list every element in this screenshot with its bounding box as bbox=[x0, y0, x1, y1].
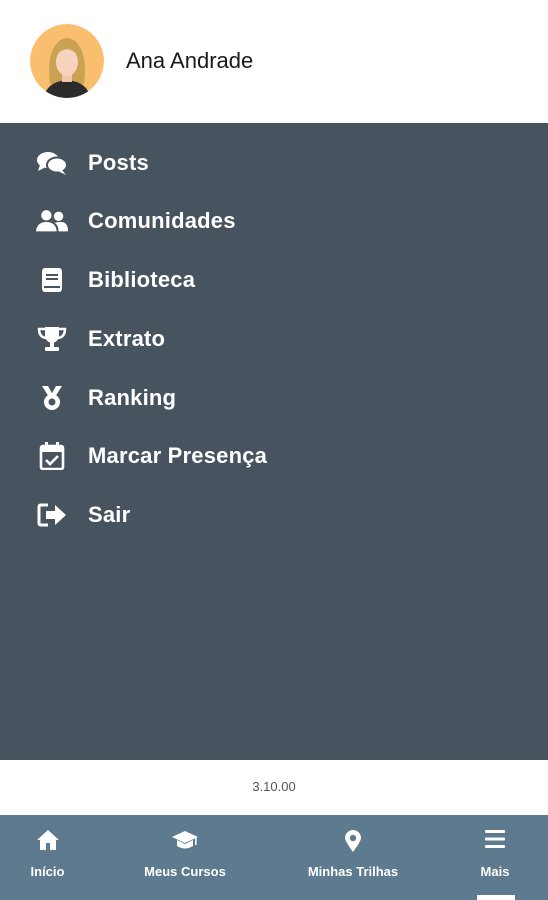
menu-label: Marcar Presença bbox=[88, 443, 268, 468]
menu-label: Ranking bbox=[88, 385, 177, 410]
menu-item-marcar-presenca[interactable]: Marcar Presença bbox=[0, 431, 548, 481]
medal-icon bbox=[36, 385, 68, 411]
nav-item-minhas-trilhas[interactable]: Minhas Trilhas bbox=[293, 815, 413, 900]
nav-label: Início bbox=[30, 864, 65, 879]
map-marker-icon bbox=[293, 829, 413, 853]
menu-item-extrato[interactable]: Extrato bbox=[0, 314, 548, 364]
main-menu: Posts Comunidades Biblioteca Extrato Ran… bbox=[0, 123, 548, 760]
bottom-navigation: Início Meus Cursos Minhas Trilhas Mais bbox=[0, 815, 548, 900]
menu-label: Extrato bbox=[88, 326, 166, 351]
menu-item-posts[interactable]: Posts bbox=[0, 138, 548, 188]
calendar-check-icon bbox=[36, 442, 68, 470]
nav-label: Minhas Trilhas bbox=[307, 864, 399, 879]
comments-icon bbox=[36, 150, 68, 176]
menu-item-ranking[interactable]: Ranking bbox=[0, 373, 548, 423]
nav-label: Meus Cursos bbox=[144, 864, 226, 879]
profile-header: Ana Andrade bbox=[0, 0, 548, 123]
graduation-cap-icon bbox=[125, 829, 245, 853]
menu-label: Comunidades bbox=[88, 208, 236, 233]
menu-label: Sair bbox=[88, 502, 131, 527]
nav-item-meus-cursos[interactable]: Meus Cursos bbox=[125, 815, 245, 900]
book-icon bbox=[36, 267, 68, 293]
menu-item-comunidades[interactable]: Comunidades bbox=[0, 196, 548, 246]
users-icon bbox=[36, 208, 68, 234]
app-version: 3.10.00 bbox=[252, 779, 296, 794]
menu-item-sair[interactable]: Sair bbox=[0, 490, 548, 540]
menu-item-biblioteca[interactable]: Biblioteca bbox=[0, 255, 548, 305]
nav-item-inicio[interactable]: Início bbox=[0, 815, 95, 900]
hamburger-menu-icon bbox=[465, 829, 525, 853]
menu-label: Biblioteca bbox=[88, 267, 196, 292]
active-tab-indicator bbox=[477, 895, 515, 900]
nav-item-mais[interactable]: Mais bbox=[465, 815, 525, 900]
version-bar: 3.10.00 bbox=[0, 760, 548, 815]
avatar[interactable] bbox=[30, 24, 104, 98]
user-name: Ana Andrade bbox=[126, 48, 254, 73]
menu-label: Posts bbox=[88, 150, 149, 175]
sign-out-icon bbox=[36, 502, 68, 528]
trophy-icon bbox=[36, 326, 68, 352]
nav-label: Mais bbox=[480, 864, 510, 879]
home-icon bbox=[0, 829, 95, 853]
